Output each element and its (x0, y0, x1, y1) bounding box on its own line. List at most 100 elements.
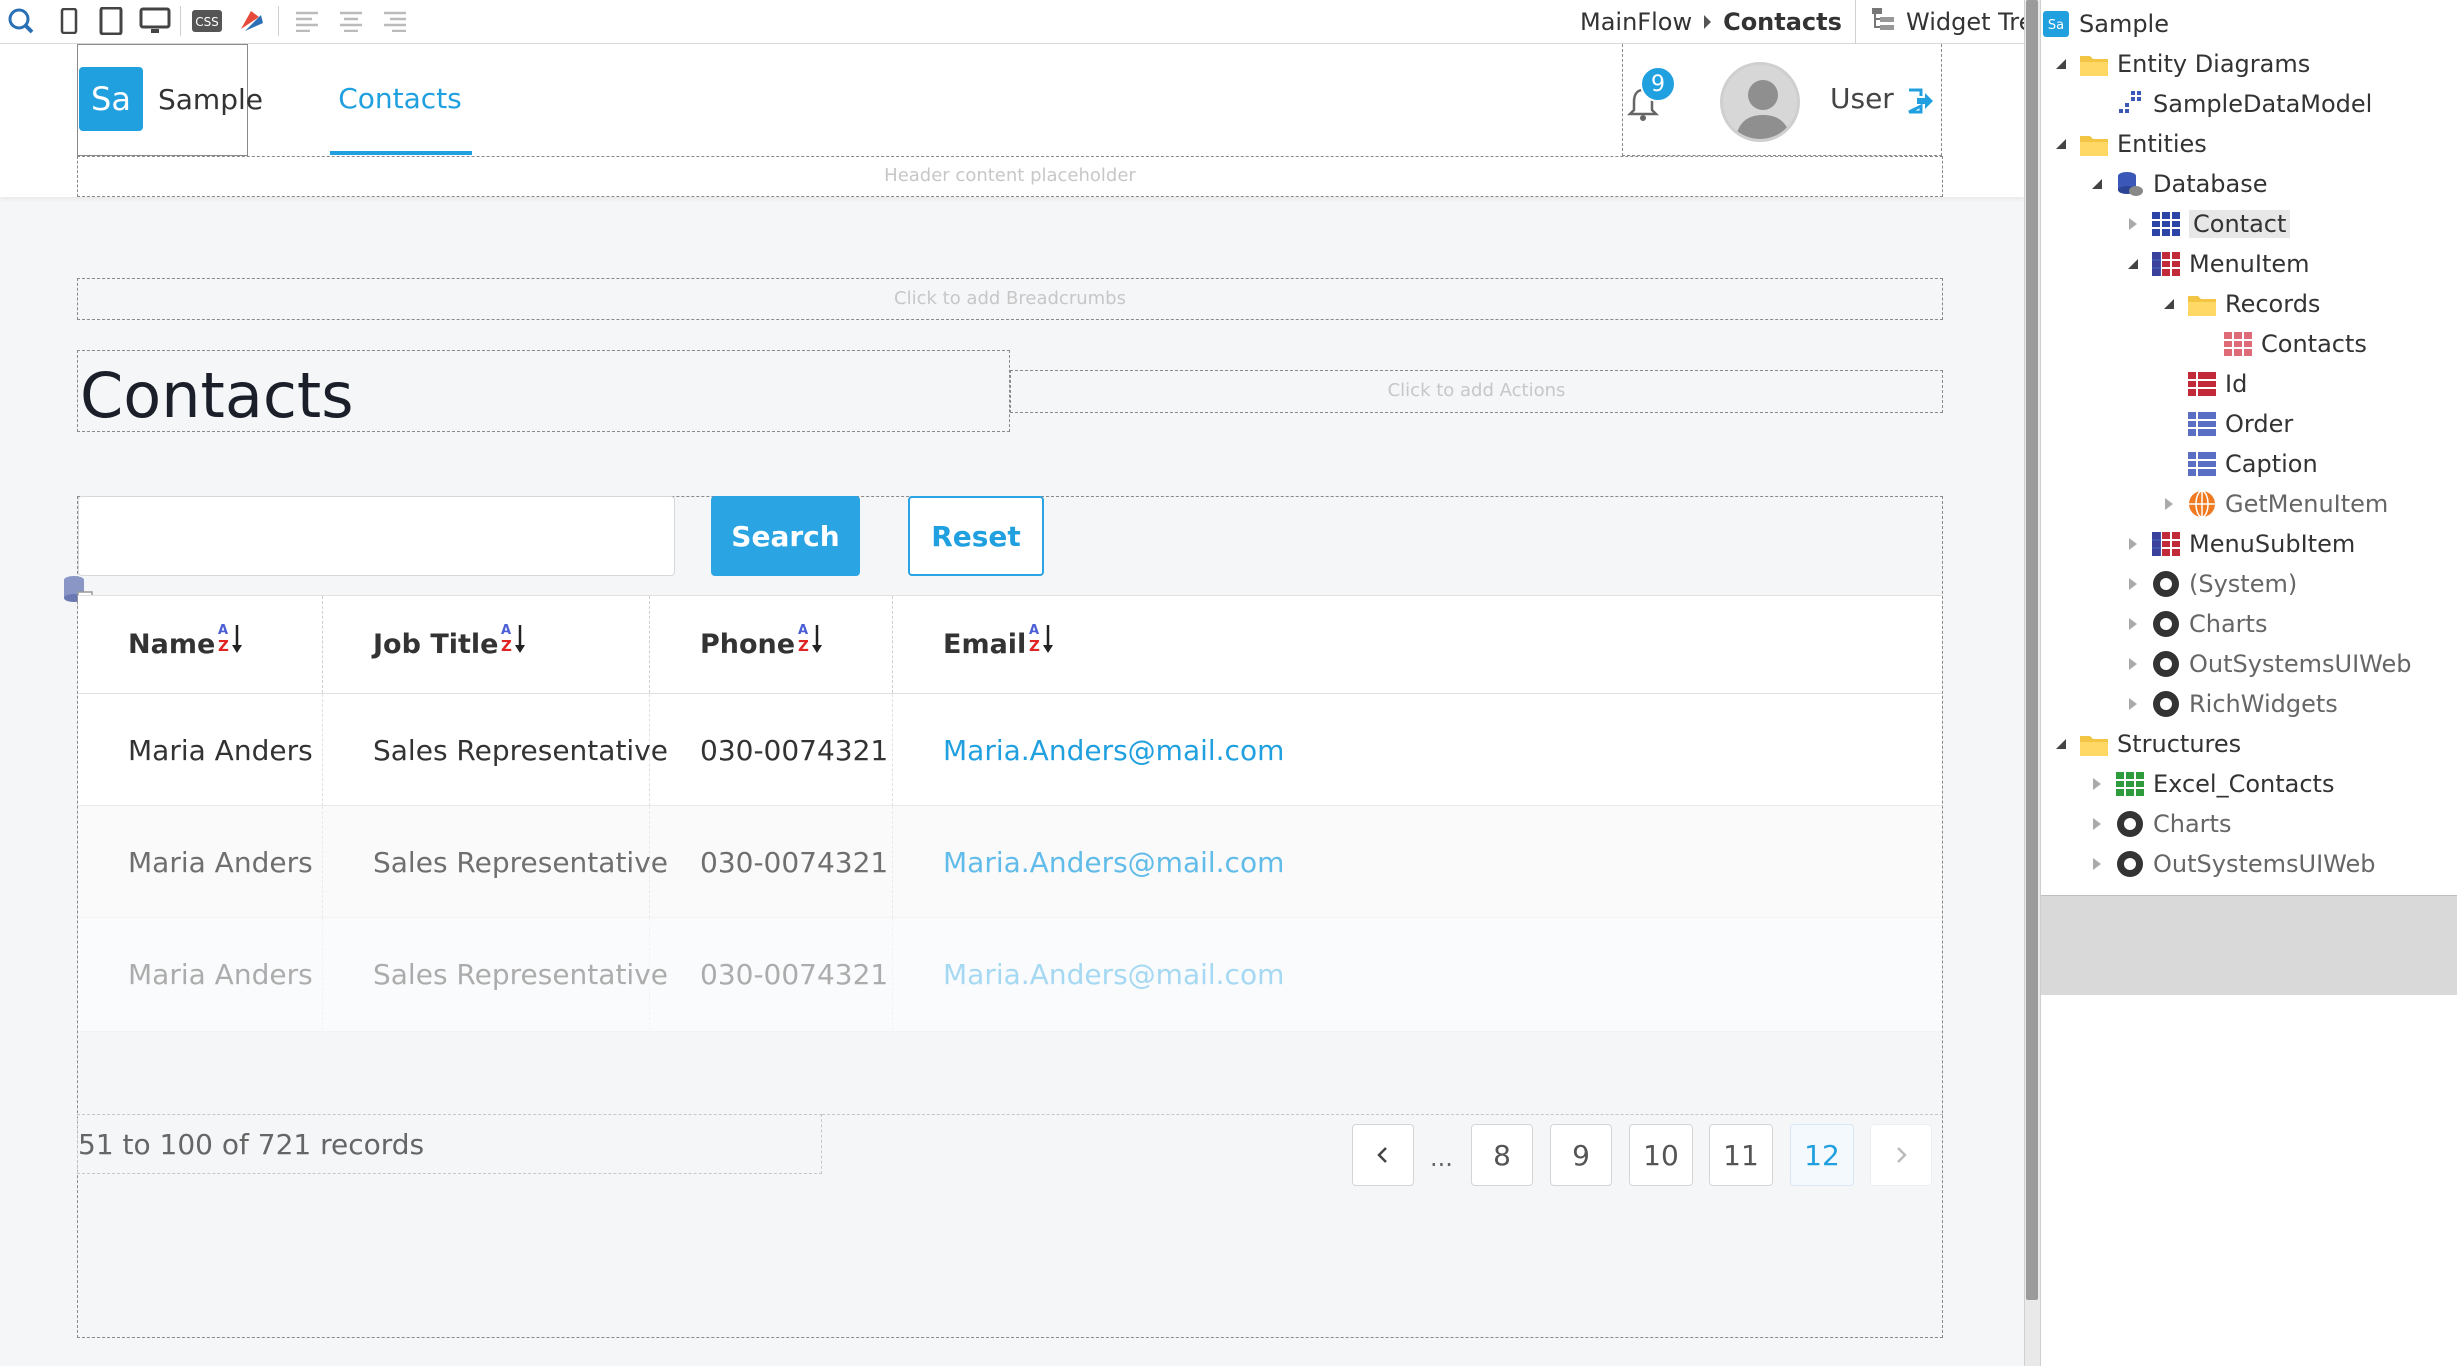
sort-az-icon[interactable]: AZ (500, 621, 526, 657)
tree-item-id[interactable]: Id (2187, 366, 2247, 402)
tree-item-order[interactable]: Order (2187, 406, 2293, 442)
tablet-icon[interactable] (94, 6, 128, 36)
expand-closed-icon[interactable] (2123, 614, 2143, 634)
tree-item-menusubitem[interactable]: MenuSubItem (2123, 526, 2355, 562)
toolbar-separator (180, 6, 181, 36)
module-icon (2151, 649, 2181, 679)
tree-item-charts-structures[interactable]: Charts (2087, 806, 2231, 842)
user-name[interactable]: User (1830, 82, 1894, 115)
tree-item-records[interactable]: Records (2159, 286, 2320, 322)
css-icon[interactable]: CSS (190, 6, 224, 36)
pagination-page[interactable]: 9 (1550, 1124, 1612, 1186)
cell-name: Maria Anders (78, 806, 323, 918)
expand-open-icon[interactable] (2159, 294, 2179, 314)
pagination-page[interactable]: 8 (1471, 1124, 1533, 1186)
chevron-right-icon (1897, 1147, 1907, 1163)
tree-item-sampledatamodel[interactable]: SampleDataModel (2115, 86, 2372, 122)
align-center-icon[interactable] (334, 6, 368, 36)
tree-item-structures[interactable]: Structures (2051, 726, 2241, 762)
sort-az-icon[interactable]: AZ (797, 621, 823, 657)
expand-closed-icon[interactable] (2123, 574, 2143, 594)
column-header-phone[interactable]: Phone AZ (650, 596, 893, 693)
tree-item-entity-diagrams[interactable]: Entity Diagrams (2051, 46, 2310, 82)
logout-icon[interactable] (1905, 86, 1935, 116)
tree-item-caption[interactable]: Caption (2187, 446, 2318, 482)
tree-item-entities[interactable]: Entities (2051, 126, 2207, 162)
flow-name[interactable]: MainFlow (1580, 8, 1692, 36)
expand-open-icon[interactable] (2123, 254, 2143, 274)
tree-item-outsystemsuiweb-structures[interactable]: OutSystemsUIWeb (2087, 846, 2375, 882)
table-row[interactable]: Maria Anders Sales Representative 030-00… (78, 805, 1942, 918)
tree-item-outsystemsuiweb[interactable]: OutSystemsUIWeb (2123, 646, 2411, 682)
nav-tab-contacts[interactable]: Contacts (330, 82, 470, 152)
pagination-page-active[interactable]: 12 (1790, 1124, 1854, 1186)
canvas-scrollbar-thumb[interactable] (2026, 0, 2038, 1300)
pagination-page[interactable]: 11 (1709, 1124, 1773, 1186)
theme-icon[interactable] (234, 6, 268, 36)
entity-icon (2151, 209, 2181, 239)
cell-email-link[interactable]: Maria.Anders@mail.com (893, 694, 1942, 806)
tree-item-richwidgets[interactable]: RichWidgets (2123, 686, 2338, 722)
tree-item-excel-contacts[interactable]: Excel_Contacts (2087, 766, 2334, 802)
tree-item-charts[interactable]: Charts (2123, 606, 2267, 642)
chevron-left-icon (1377, 1147, 1387, 1163)
expand-closed-icon[interactable] (2123, 654, 2143, 674)
widget-tree-icon (1870, 6, 1896, 38)
search-input[interactable] (78, 496, 675, 576)
widget-tree-tab[interactable]: Widget Tree (1855, 0, 2048, 44)
expand-closed-icon[interactable] (2159, 494, 2179, 514)
web-preview-icon[interactable] (4, 6, 38, 36)
tree-item-contacts-record[interactable]: Contacts (2223, 326, 2367, 362)
tree-item-menuitem[interactable]: MenuItem (2123, 246, 2310, 282)
expand-closed-icon[interactable] (2123, 214, 2143, 234)
panel-splitter[interactable] (2041, 895, 2457, 995)
pagination-ellipsis: ... (1430, 1144, 1453, 1172)
pagination-next-button[interactable] (1870, 1124, 1932, 1186)
expand-open-icon[interactable] (2051, 734, 2071, 754)
tree-item-database[interactable]: Database (2087, 166, 2268, 202)
align-left-icon[interactable] (290, 6, 324, 36)
column-header-email[interactable]: Email AZ (893, 596, 1942, 693)
cell-name: Maria Anders (78, 694, 323, 806)
breadcrumbs-placeholder[interactable]: Click to add Breadcrumbs (77, 278, 1943, 320)
header-content-placeholder[interactable]: Header content placeholder (77, 156, 1943, 197)
actions-placeholder[interactable]: Click to add Actions (1010, 370, 1943, 413)
tree-root[interactable]: Sa Sample (2041, 6, 2169, 42)
expand-closed-icon[interactable] (2123, 534, 2143, 554)
reset-button[interactable]: Reset (908, 496, 1044, 576)
search-button[interactable]: Search (711, 496, 860, 576)
module-tree: Sa Sample Entity Diagrams SampleDataMode… (2041, 0, 2457, 895)
expand-open-icon[interactable] (2051, 54, 2071, 74)
expand-open-icon[interactable] (2087, 174, 2107, 194)
sort-az-icon[interactable]: AZ (1028, 621, 1054, 657)
screen-name[interactable]: Contacts (1723, 8, 1842, 36)
tree-item-system[interactable]: (System) (2123, 566, 2297, 602)
table-row[interactable]: Maria Anders Sales Representative 030-00… (78, 693, 1942, 806)
tree-item-contact[interactable]: Contact (2123, 206, 2291, 242)
expand-closed-icon[interactable] (2123, 694, 2143, 714)
pagination-page[interactable]: 10 (1629, 1124, 1693, 1186)
pagination-prev-button[interactable] (1352, 1124, 1414, 1186)
expand-closed-icon[interactable] (2087, 814, 2107, 834)
title-container[interactable]: Contacts (77, 350, 1010, 432)
cell-email-link[interactable]: Maria.Anders@mail.com (893, 806, 1942, 918)
column-header-job-title[interactable]: Job Title AZ (323, 596, 650, 693)
cell-job-title: Sales Representative (323, 806, 668, 918)
app-logo-area[interactable]: Sa Sample (77, 44, 263, 156)
column-header-name[interactable]: Name AZ (78, 596, 323, 693)
desktop-icon[interactable] (138, 6, 172, 36)
mobile-icon[interactable] (52, 6, 86, 36)
cell-email-link[interactable]: Maria.Anders@mail.com (893, 918, 1942, 1030)
module-icon (2115, 849, 2145, 879)
svg-text:A: A (218, 623, 228, 638)
module-icon (2151, 689, 2181, 719)
avatar[interactable] (1720, 62, 1800, 142)
align-right-icon[interactable] (378, 6, 412, 36)
expand-closed-icon[interactable] (2087, 854, 2107, 874)
sort-az-icon[interactable]: AZ (217, 621, 243, 657)
tree-item-getmenuitem[interactable]: GetMenuItem (2159, 486, 2388, 522)
expand-open-icon[interactable] (2051, 134, 2071, 154)
table-row[interactable]: Maria Anders Sales Representative 030-00… (78, 917, 1942, 1032)
svg-text:A: A (501, 623, 511, 638)
expand-closed-icon[interactable] (2087, 774, 2107, 794)
